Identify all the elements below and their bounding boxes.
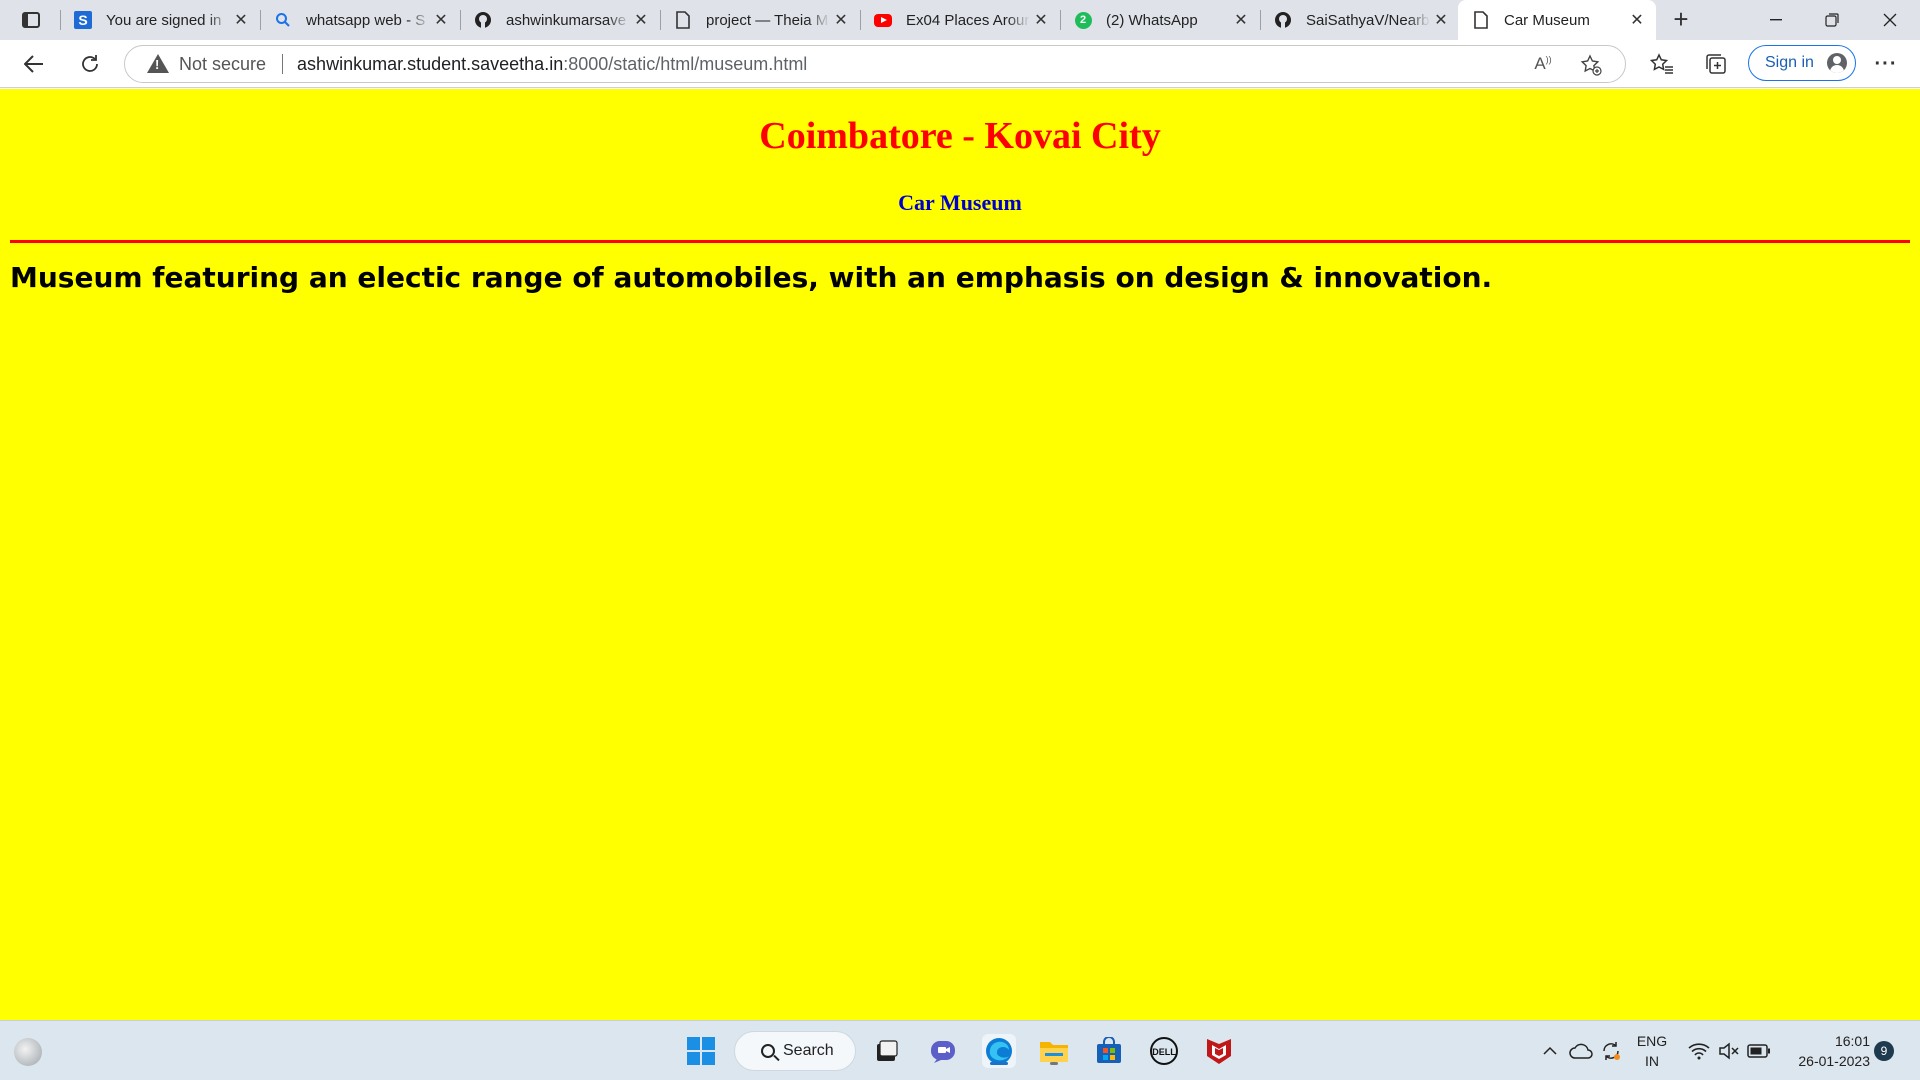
tab-separator: [60, 10, 61, 30]
onedrive-cloud-icon[interactable]: [1566, 1021, 1596, 1080]
clock-date: 26-01-2023: [1798, 1053, 1870, 1069]
s-logo-icon: S: [74, 11, 92, 29]
show-hidden-icons-chevron-icon[interactable]: [1538, 1021, 1562, 1080]
tab-separator: [460, 10, 461, 30]
clock-time: 16:01: [1834, 1033, 1870, 1049]
taskbar-search[interactable]: Search: [734, 1031, 856, 1071]
tab-signed-in[interactable]: S You are signed in ✕: [60, 0, 260, 40]
tab-title: (2) WhatsApp: [1106, 11, 1198, 29]
address-bar[interactable]: Not secure ashwinkumar.student.saveetha.…: [124, 45, 1626, 83]
weather-widget-icon[interactable]: [14, 1038, 42, 1066]
refresh-button[interactable]: [72, 48, 108, 80]
input-language-indicator[interactable]: ENG IN: [1632, 1031, 1672, 1071]
edge-browser-icon[interactable]: [982, 1034, 1016, 1068]
windows-taskbar: Search DELL ENG IN 16:01 26-01-2023 9: [0, 1020, 1920, 1080]
horizontal-rule: [10, 240, 1910, 243]
page-title: Coimbatore - Kovai City: [759, 115, 1161, 157]
browser-toolbar: Not secure ashwinkumar.student.saveetha.…: [0, 40, 1920, 88]
close-window-button[interactable]: [1862, 0, 1918, 40]
museum-description: Museum featuring an electic range of aut…: [10, 261, 1493, 294]
security-label[interactable]: Not secure: [179, 54, 266, 75]
tab-title: SaiSathyaV/Nearb: [1306, 11, 1430, 29]
close-icon[interactable]: ✕: [630, 10, 652, 30]
sync-icon[interactable]: [1596, 1021, 1626, 1080]
tab-github-ashwin[interactable]: ashwinkumarsave ✕: [460, 0, 660, 40]
favorites-button[interactable]: [1644, 48, 1680, 80]
tab-youtube-ex04[interactable]: Ex04 Places Arour ✕: [860, 0, 1060, 40]
tab-separator: [1260, 10, 1261, 30]
tab-title: whatsapp web - S: [306, 11, 426, 29]
add-favorite-icon[interactable]: [1577, 54, 1605, 76]
youtube-icon: [874, 11, 892, 29]
tab-actions-button[interactable]: [0, 0, 60, 40]
close-icon[interactable]: ✕: [830, 10, 852, 30]
mcafee-icon[interactable]: [1202, 1034, 1236, 1068]
close-icon[interactable]: ✕: [1230, 10, 1252, 30]
restore-button[interactable]: [1804, 0, 1860, 40]
github-icon: [1274, 11, 1292, 29]
active-app-indicator: [990, 1062, 1008, 1065]
profile-icon: [1827, 53, 1847, 73]
tab-theia-project[interactable]: project — Theia M ✕: [660, 0, 860, 40]
clock[interactable]: 16:01 26-01-2023: [1778, 1031, 1870, 1071]
tab-actions-icon: [22, 12, 40, 28]
notification-badge[interactable]: 9: [1874, 1041, 1894, 1061]
tab-title: Ex04 Places Arour: [906, 11, 1030, 29]
page-subtitle: Car Museum: [898, 190, 1022, 215]
tab-whatsapp[interactable]: 2 (2) WhatsApp ✕: [1060, 0, 1260, 40]
tab-separator: [1060, 10, 1061, 30]
page-icon: [674, 11, 692, 29]
tab-title: Car Museum: [1504, 11, 1590, 29]
more-options-button[interactable]: ···: [1868, 48, 1904, 80]
search-icon: [761, 1044, 775, 1058]
tab-github-saisathya[interactable]: SaiSathyaV/Nearb ✕: [1260, 0, 1460, 40]
address-divider: [282, 54, 284, 74]
language-code: ENG: [1636, 1033, 1668, 1049]
svg-text:DELL: DELL: [1152, 1047, 1176, 1057]
new-tab-button[interactable]: +: [1663, 2, 1699, 38]
sign-in-label: Sign in: [1765, 54, 1814, 71]
read-aloud-icon[interactable]: A)): [1529, 54, 1557, 76]
warning-icon: [147, 54, 169, 74]
volume-muted-icon[interactable]: [1714, 1021, 1744, 1080]
page-viewport: Coimbatore - Kovai City Car Museum Museu…: [0, 89, 1920, 1020]
back-button[interactable]: [16, 48, 52, 80]
close-icon[interactable]: ✕: [1430, 10, 1452, 30]
sign-in-button[interactable]: Sign in: [1748, 45, 1856, 81]
teams-chat-icon[interactable]: [926, 1034, 960, 1068]
windows-logo-icon: [687, 1037, 715, 1065]
wifi-icon[interactable]: [1684, 1021, 1714, 1080]
github-icon: [474, 11, 492, 29]
close-icon[interactable]: ✕: [230, 10, 252, 30]
url-path: :8000/static/html/museum.html: [563, 53, 808, 74]
tab-title: project — Theia M: [706, 11, 829, 29]
taskbar-search-label: Search: [783, 1042, 834, 1059]
task-view-icon[interactable]: [870, 1034, 904, 1068]
tab-title: You are signed in: [106, 11, 222, 29]
battery-icon[interactable]: [1744, 1021, 1774, 1080]
page-icon: [1472, 11, 1490, 29]
tab-separator: [260, 10, 261, 30]
close-icon[interactable]: ✕: [430, 10, 452, 30]
url-host: ashwinkumar.student.saveetha.in: [297, 53, 564, 74]
collections-button[interactable]: [1698, 48, 1734, 80]
tab-whatsapp-search[interactable]: whatsapp web - S ✕: [260, 0, 460, 40]
dell-icon[interactable]: DELL: [1147, 1034, 1181, 1068]
close-icon[interactable]: ✕: [1030, 10, 1052, 30]
start-button[interactable]: [684, 1034, 718, 1068]
tab-separator: [860, 10, 861, 30]
search-icon: [274, 11, 292, 29]
whatsapp-icon: 2: [1074, 11, 1092, 29]
tab-car-museum[interactable]: Car Museum ✕: [1458, 0, 1656, 40]
close-icon[interactable]: ✕: [1626, 10, 1648, 30]
minimize-button[interactable]: [1748, 0, 1804, 40]
tab-title: ashwinkumarsave: [506, 11, 627, 29]
running-app-indicator: [1050, 1062, 1058, 1065]
tab-separator: [660, 10, 661, 30]
file-explorer-icon[interactable]: [1037, 1034, 1071, 1068]
tab-strip: S You are signed in ✕ whatsapp web - S ✕…: [0, 0, 1920, 40]
region-code: IN: [1645, 1053, 1659, 1069]
microsoft-store-icon[interactable]: [1092, 1034, 1126, 1068]
